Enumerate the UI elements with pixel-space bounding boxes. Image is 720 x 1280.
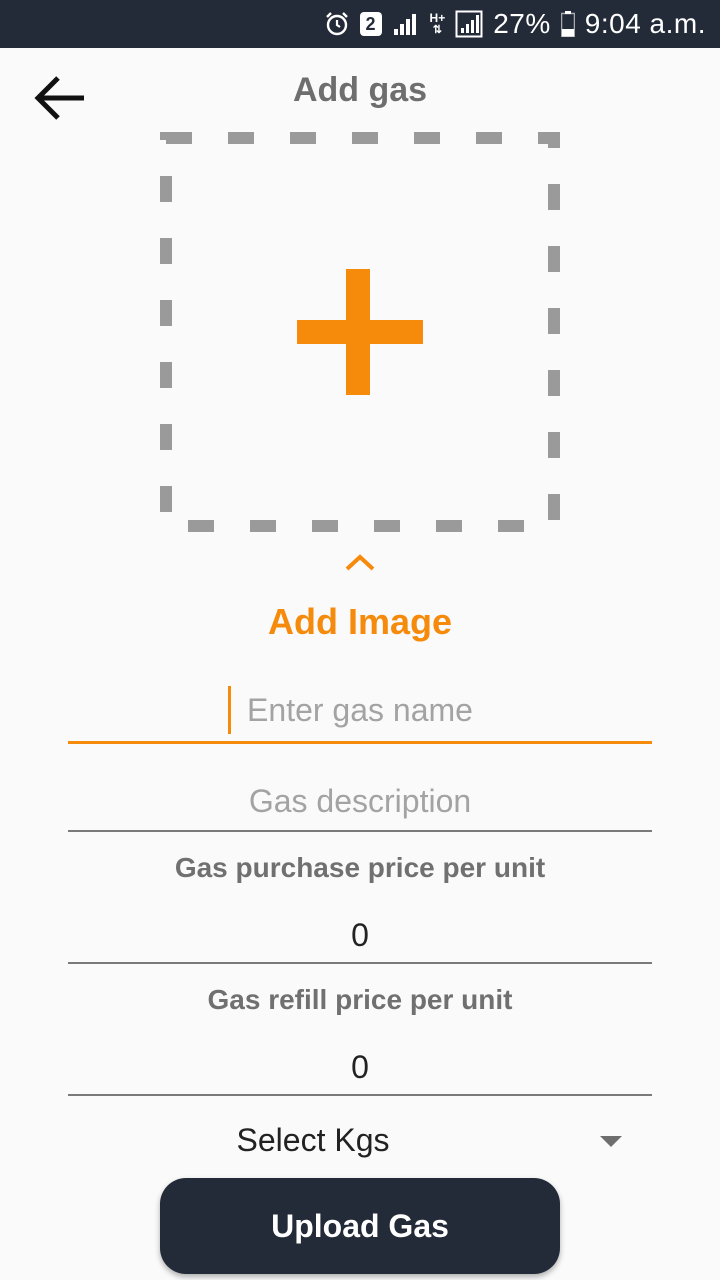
gas-description-field[interactable] — [68, 772, 652, 832]
battery-icon — [560, 11, 575, 37]
text-cursor — [228, 686, 231, 734]
upload-gas-button[interactable]: Upload Gas — [160, 1178, 560, 1274]
kgs-select-value: Select Kgs — [236, 1122, 390, 1158]
sim-badge: 2 — [359, 12, 382, 36]
gas-name-field[interactable] — [68, 680, 652, 744]
purchase-price-field[interactable] — [68, 908, 652, 964]
purchase-price-underline — [68, 962, 652, 964]
purchase-price-label: Gas purchase price per unit — [174, 852, 546, 883]
gas-name-underline — [68, 741, 652, 744]
kgs-select[interactable]: Select Kgs — [68, 1112, 652, 1170]
gas-description-underline — [68, 830, 652, 832]
dropdown-arrow-icon — [600, 1136, 622, 1147]
battery-percent: 27% — [493, 8, 551, 39]
add-image-button[interactable]: Add Image — [0, 600, 720, 644]
network-type-label: H+ — [429, 11, 446, 25]
alarm-icon — [324, 11, 350, 37]
image-picker[interactable] — [160, 132, 560, 532]
dashed-frame — [160, 132, 560, 532]
purchase-price-input[interactable] — [68, 908, 652, 962]
signal-box-icon — [455, 10, 483, 38]
signal-icon — [392, 11, 420, 37]
chevron-up-icon — [340, 548, 380, 576]
refill-price-input[interactable] — [68, 1040, 652, 1094]
network-type-icon: H+ ⇅ — [430, 12, 446, 36]
refill-price-underline — [68, 1094, 652, 1096]
gas-description-input[interactable] — [68, 772, 652, 830]
page-title: Add gas — [292, 71, 428, 109]
data-arrows-icon: ⇅ — [432, 24, 442, 36]
status-bar: 2 H+ ⇅ 27% 9:04 a.m. — [0, 0, 720, 48]
refill-price-label: Gas refill price per unit — [207, 984, 513, 1015]
clock: 9:04 a.m. — [584, 8, 706, 39]
plus-icon — [297, 269, 423, 395]
gas-name-input[interactable] — [68, 680, 652, 740]
refill-price-field[interactable] — [68, 1040, 652, 1096]
